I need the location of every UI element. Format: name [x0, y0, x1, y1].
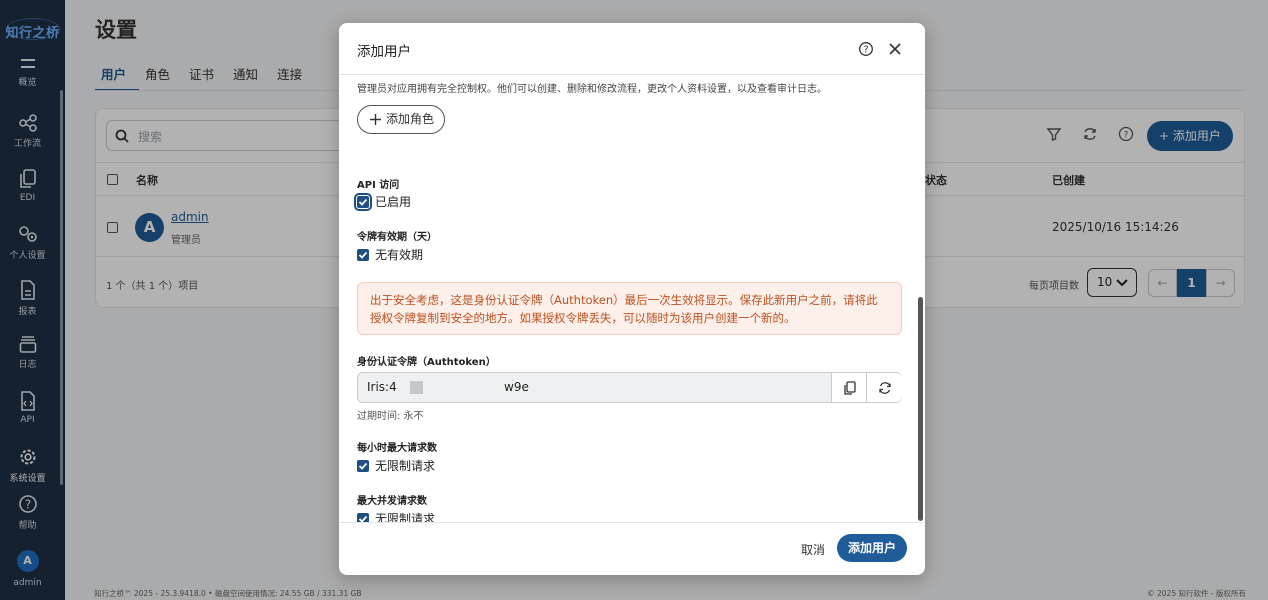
- max-concurrent-label: 最大并发请求数: [357, 496, 427, 507]
- token-expire-text: 过期时间: 永不: [357, 411, 424, 422]
- token-expiry-label: 令牌有效期（天）: [357, 232, 437, 243]
- check-icon: [358, 251, 368, 259]
- copy-token-button[interactable]: [831, 373, 867, 402]
- api-access-label: API 访问: [357, 180, 400, 191]
- role-description: 管理员对应用拥有完全控制权。他们可以创建、删除和修改流程，更改个人资料设置，以及…: [357, 84, 827, 95]
- dialog-footer: 取消 添加用户: [339, 522, 925, 575]
- svg-text:?: ?: [863, 45, 868, 56]
- security-warning: 出于安全考虑，这是身份认证令牌（Authtoken）最后一次生效将显示。保存此新…: [357, 282, 902, 335]
- dialog-scrollbar[interactable]: [918, 297, 923, 521]
- submit-add-user-button[interactable]: 添加用户: [837, 534, 907, 562]
- authtoken-field[interactable]: Iris:4 w9e: [357, 372, 902, 403]
- close-icon[interactable]: [887, 41, 903, 57]
- max-requests-hour-checkbox[interactable]: [357, 460, 369, 472]
- dialog-header: 添加用户 ?: [339, 23, 925, 75]
- redaction-block: [410, 381, 423, 394]
- refresh-icon: [879, 382, 891, 394]
- cancel-button[interactable]: 取消: [801, 541, 825, 558]
- add-role-label: 添加角色: [386, 112, 435, 126]
- check-icon: [358, 198, 368, 206]
- authtoken-value-end: w9e: [504, 380, 529, 394]
- api-access-option[interactable]: 已启用: [375, 193, 411, 210]
- dialog-body[interactable]: 管理员对应用拥有完全控制权。他们可以创建、删除和修改流程，更改个人资料设置，以及…: [339, 75, 925, 522]
- authtoken-value-start: Iris:4: [367, 380, 397, 394]
- max-requests-hour-option[interactable]: 无限制请求: [375, 457, 435, 474]
- token-expiry-option[interactable]: 无有效期: [375, 246, 423, 263]
- api-access-checkbox[interactable]: [354, 193, 372, 211]
- check-icon: [358, 462, 368, 470]
- regenerate-token-button[interactable]: [866, 373, 902, 402]
- max-requests-hour-label: 每小时最大请求数: [357, 443, 437, 454]
- authtoken-label: 身份认证令牌（Authtoken）: [357, 357, 496, 368]
- check-icon: [358, 515, 368, 522]
- copy-icon: [844, 381, 856, 395]
- max-concurrent-checkbox[interactable]: [357, 513, 369, 522]
- dialog-title: 添加用户: [357, 44, 411, 60]
- max-concurrent-option[interactable]: 无限制请求: [375, 510, 435, 522]
- help-icon[interactable]: ?: [858, 41, 874, 57]
- plus-icon: [370, 114, 381, 125]
- add-user-dialog: 添加用户 ? 管理员对应用拥有完全控制权。他们可以创建、删除和修改流程，更改个人…: [339, 23, 925, 575]
- add-role-button[interactable]: 添加角色: [357, 105, 445, 134]
- token-expiry-checkbox[interactable]: [357, 249, 369, 261]
